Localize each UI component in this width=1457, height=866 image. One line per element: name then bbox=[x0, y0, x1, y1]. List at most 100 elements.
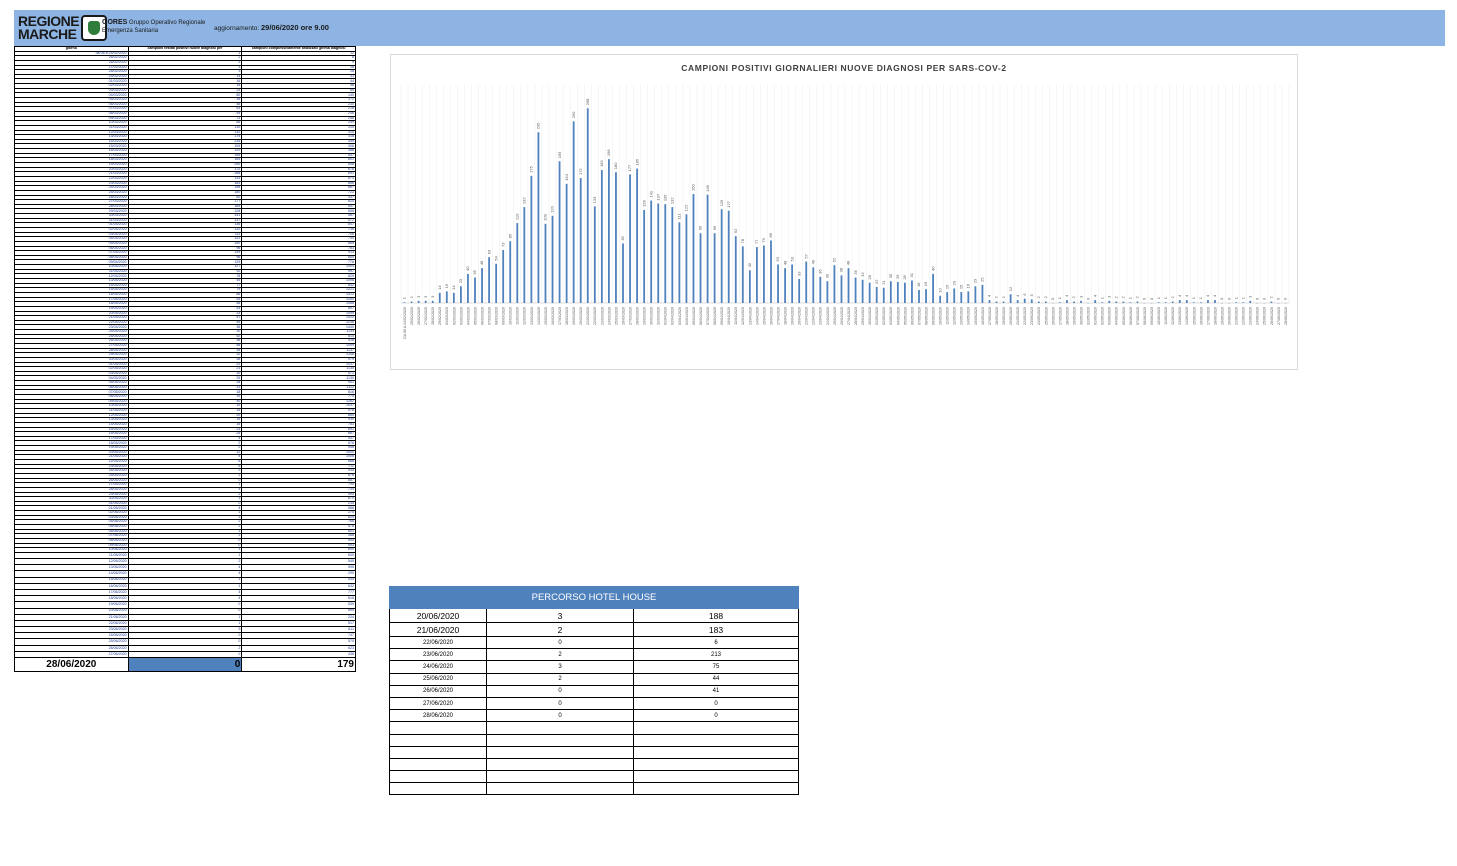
chart-tick-label: 21/03/2020 bbox=[586, 307, 590, 325]
chart-bar bbox=[452, 292, 455, 303]
chart-tick-label: 02/03/2020 bbox=[452, 307, 456, 325]
chart-tick-label: 22/05/2020 bbox=[1023, 307, 1027, 325]
chart-tick-label: 02/05/2020 bbox=[882, 307, 886, 325]
chart-data-label: 32 bbox=[860, 272, 865, 277]
chart-data-label: 2 bbox=[1071, 296, 1076, 299]
final-value: 0 bbox=[127, 657, 243, 673]
hotel-empty-cell bbox=[633, 733, 799, 747]
chart-tick-label: 30/03/2020 bbox=[650, 307, 654, 325]
chart-bar bbox=[861, 279, 864, 303]
chart-bar bbox=[868, 282, 871, 303]
chart-data-label: 0 bbox=[1142, 297, 1147, 300]
hotel-row: 25/06/2020 2 44 bbox=[389, 672, 799, 686]
chart-data-label: 20 bbox=[951, 280, 956, 285]
daily-data-table: giorno campioni testati positivi nuove d… bbox=[14, 46, 356, 673]
chart-data-label: 77 bbox=[754, 239, 759, 244]
daily-data-body: da 06 a 24/02/2020 1 12 26/02/2020 2 8 26/02/2… bbox=[14, 50, 356, 673]
chart-tick-label: 18/03/2020 bbox=[565, 307, 569, 325]
chart-data-label: 16 bbox=[444, 283, 449, 288]
chart-tick-label: 04/04/2020 bbox=[685, 307, 689, 325]
chart-bar bbox=[523, 207, 526, 303]
chart-data-label: 86 bbox=[768, 232, 773, 237]
chart-tick-label: 14/06/2020 bbox=[1185, 307, 1189, 325]
chart-tick-label: 19/03/2020 bbox=[572, 307, 576, 325]
chart-data-label: 3 bbox=[1106, 295, 1111, 298]
chart-bar bbox=[875, 287, 878, 303]
chart-tick-label: 09/06/2020 bbox=[1150, 307, 1154, 325]
chart-data-label: 6 bbox=[1022, 293, 1027, 296]
chart-data-label: 2 bbox=[1135, 296, 1140, 299]
chart-bar bbox=[727, 210, 730, 303]
header-analizzati: campioni complessivamente analizzati (pr… bbox=[241, 46, 356, 52]
chart-tick-label: 21/06/2020 bbox=[1235, 307, 1239, 325]
chart-data-label: 35 bbox=[853, 269, 858, 274]
chart-data-label: 183 bbox=[599, 160, 604, 167]
chart-data-label: 109 bbox=[543, 213, 548, 220]
chart-tick-label: 02/04/2020 bbox=[671, 307, 675, 325]
chart-bar bbox=[1178, 300, 1181, 303]
hotel-empty-cell bbox=[389, 733, 487, 747]
chart-tick-label: 29/04/2020 bbox=[861, 307, 865, 325]
chart-tick-label: 05/06/2020 bbox=[1122, 307, 1126, 325]
chart-data-label: 164 bbox=[564, 173, 569, 180]
chart-bar bbox=[988, 300, 991, 303]
chart-tick-label: 22/03/2020 bbox=[593, 307, 597, 325]
chart-bar bbox=[636, 168, 638, 303]
chart-tick-label: 12/04/2020 bbox=[741, 307, 745, 325]
chart-data-label: 235 bbox=[536, 122, 541, 129]
chart-bar bbox=[713, 233, 716, 303]
chart-tick-label: 27/02/2020 bbox=[424, 307, 428, 325]
chart-bar bbox=[431, 300, 434, 303]
chart-tick-label: 05/03/2020 bbox=[473, 307, 477, 325]
chart-data-label: 73 bbox=[500, 242, 505, 247]
chart-bar bbox=[1129, 302, 1132, 303]
chart-data-label: 29 bbox=[895, 274, 900, 279]
chart-data-label: 2 bbox=[1121, 296, 1126, 299]
chart-data-label: 79 bbox=[761, 237, 766, 242]
chart-bar bbox=[424, 300, 427, 303]
chart-bar bbox=[925, 289, 927, 303]
hotel-positivi: 3 bbox=[486, 660, 634, 674]
chart-bar bbox=[572, 121, 575, 303]
chart-tick-label: 11/06/2020 bbox=[1164, 307, 1168, 325]
chart-bar bbox=[826, 281, 829, 303]
hotel-date: 26/06/2020 bbox=[389, 684, 487, 698]
chart-tick-label: 29/03/2020 bbox=[643, 307, 647, 325]
hotel-date: 23/06/2020 bbox=[389, 648, 487, 662]
chart-tick-label: 06/04/2020 bbox=[699, 307, 703, 325]
chart-tick-label: 01/06/2020 bbox=[1094, 307, 1098, 325]
chart-data-label: 1 bbox=[1191, 296, 1196, 299]
hotel-date: 27/06/2020 bbox=[389, 696, 487, 711]
hotel-positivi: 0 bbox=[486, 709, 634, 723]
hotel-date: 22/06/2020 bbox=[389, 635, 487, 650]
chart-tick-label: 20/03/2020 bbox=[579, 307, 583, 325]
chart-data-label: 53 bbox=[789, 256, 794, 261]
hotel-empty-cell bbox=[389, 757, 487, 772]
chart-tick-label: 27/04/2020 bbox=[847, 307, 851, 325]
chart-data-label: 28 bbox=[902, 274, 907, 279]
chart-bar bbox=[664, 204, 667, 303]
chart-tick-label: 25/04/2020 bbox=[833, 307, 837, 325]
chart-bar bbox=[1270, 301, 1273, 303]
chart-data-label: 3 bbox=[430, 295, 435, 298]
chart-bar bbox=[579, 178, 582, 303]
hotel-empty-cell bbox=[389, 770, 487, 784]
chart-bar bbox=[1157, 302, 1160, 303]
chart-data-label: 48 bbox=[782, 260, 787, 265]
chart-data-label: 96 bbox=[698, 225, 703, 230]
chart-tick-label: 11/05/2020 bbox=[946, 307, 950, 325]
hotel-testati: 213 bbox=[633, 648, 799, 662]
chart-tick-label: 28/03/2020 bbox=[635, 307, 639, 325]
chart-bar bbox=[558, 161, 561, 303]
hotel-empty-cell bbox=[486, 757, 634, 772]
chart-bar bbox=[777, 264, 779, 303]
chart-bar bbox=[1101, 302, 1104, 303]
final-row: 28/06/2020 0 179 bbox=[14, 657, 356, 673]
chart-bar bbox=[643, 209, 646, 303]
chart-tick-label: 24/06/2020 bbox=[1256, 307, 1260, 325]
chart-bar bbox=[417, 300, 420, 303]
chart-bar bbox=[1030, 299, 1033, 303]
chart-bar bbox=[671, 207, 674, 303]
gores-subtitle2: Emergenza Sanitaria bbox=[102, 28, 159, 34]
chart-tick-label: 09/05/2020 bbox=[931, 307, 935, 325]
